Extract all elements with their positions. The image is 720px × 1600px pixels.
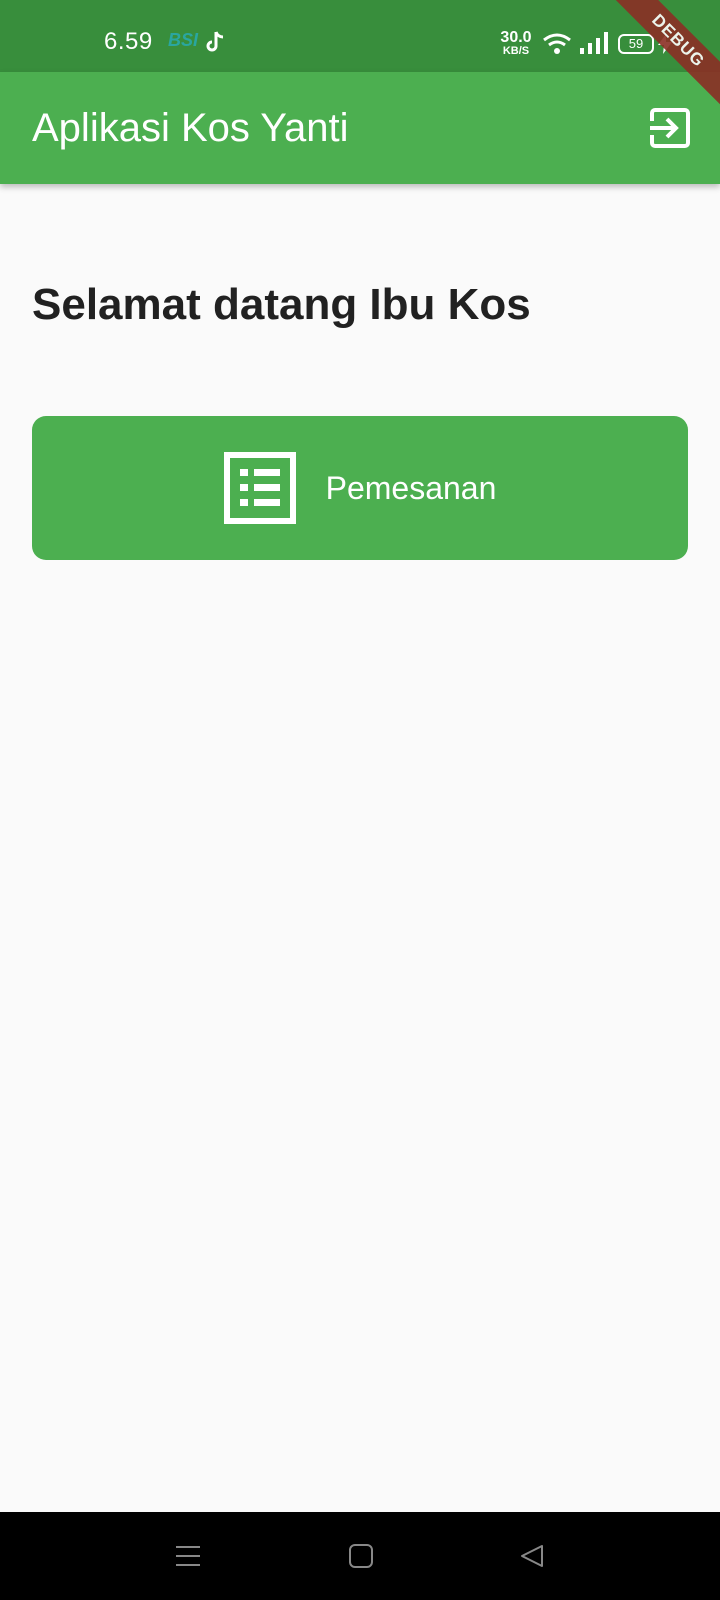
pemesanan-label: Pemesanan xyxy=(325,469,497,506)
logout-button[interactable] xyxy=(648,106,692,150)
welcome-heading: Selamat datang Ibu Kos xyxy=(32,280,531,329)
wifi-icon xyxy=(542,32,572,61)
bsi-app-icon: BSI xyxy=(168,30,199,50)
charging-bolt-icon xyxy=(658,34,672,59)
system-nav-bar xyxy=(0,1512,720,1600)
tiktok-icon xyxy=(204,30,226,59)
list-alt-icon xyxy=(223,452,296,524)
status-bar: 6.59 BSI 30.0 KB/S 59 xyxy=(0,0,720,72)
app-bar: Aplikasi Kos Yanti xyxy=(0,72,720,184)
battery-indicator: 59 xyxy=(618,34,654,54)
network-speed-unit: KB/S xyxy=(502,45,530,57)
back-triangle-icon[interactable] xyxy=(518,1542,546,1575)
pemesanan-button[interactable]: Pemesanan xyxy=(32,416,688,560)
logout-icon xyxy=(648,108,690,148)
home-square-icon[interactable] xyxy=(348,1542,374,1575)
network-speed-value: 30.0 xyxy=(500,29,532,46)
app-title: Aplikasi Kos Yanti xyxy=(32,106,349,150)
status-time: 6.59 xyxy=(104,28,153,55)
menu-icon[interactable] xyxy=(174,1542,202,1575)
network-speed: 30.0 KB/S xyxy=(498,30,534,57)
signal-icon xyxy=(580,32,608,59)
